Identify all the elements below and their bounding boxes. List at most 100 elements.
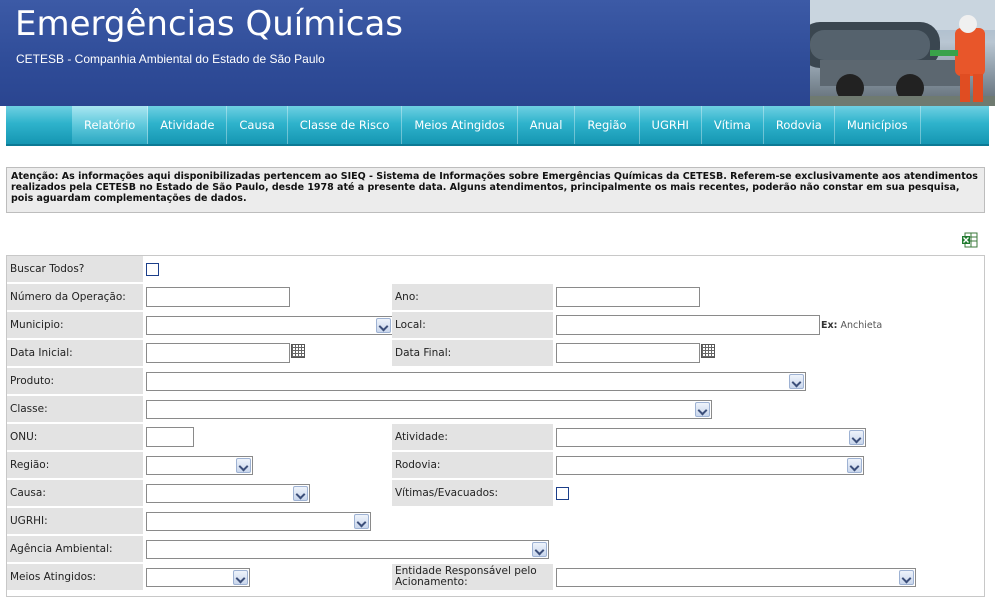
- meios-label: Meios Atingidos:: [7, 564, 143, 590]
- classe-select[interactable]: [146, 400, 712, 419]
- numero-operacao-label: Número da Operação:: [7, 284, 143, 310]
- form-cell: Ex: Anchieta: [553, 312, 984, 338]
- ano-label: Ano:: [392, 284, 553, 310]
- produto-select[interactable]: [146, 372, 806, 391]
- form-cell: [143, 312, 393, 338]
- nav-item-vitima[interactable]: Vítima: [702, 106, 764, 144]
- agencia-select[interactable]: [146, 540, 549, 559]
- data-final-input[interactable]: [556, 343, 700, 363]
- form-cell: [553, 284, 984, 310]
- form-cell: [553, 340, 984, 366]
- chevron-down-icon: [354, 514, 369, 529]
- classe-label: Classe:: [7, 396, 143, 422]
- chevron-down-icon: [849, 430, 864, 445]
- form-row: Data Inicial: Data Final:: [7, 340, 984, 368]
- data-inicial-label: Data Inicial:: [7, 340, 143, 366]
- notice-text: Atenção: As informações aqui disponibili…: [6, 167, 985, 213]
- data-final-label: Data Final:: [392, 340, 553, 366]
- ugrhi-label: UGRHI:: [7, 508, 143, 534]
- form-row: Municipio: Local: Ex: Anchieta: [7, 312, 984, 340]
- form-cell: [143, 452, 392, 478]
- site-header: Emergências Químicas CETESB - Companhia …: [0, 0, 995, 106]
- chevron-down-icon: [233, 570, 248, 585]
- causa-label: Causa:: [7, 480, 143, 506]
- causa-select[interactable]: [146, 484, 310, 503]
- form-cell: [553, 564, 984, 590]
- chevron-down-icon: [847, 458, 862, 473]
- chevron-down-icon: [532, 542, 547, 557]
- nav-item-ugrhi[interactable]: UGRHI: [640, 106, 702, 144]
- form-row: Causa: Vítimas/Evacuados:: [7, 480, 984, 508]
- nav-item-causa[interactable]: Causa: [227, 106, 288, 144]
- chevron-down-icon: [293, 486, 308, 501]
- rodovia-label: Rodovia:: [392, 452, 553, 478]
- search-form: Buscar Todos? Número da Operação: Ano: M…: [6, 255, 985, 597]
- atividade-select[interactable]: [556, 428, 866, 447]
- chevron-down-icon: [236, 458, 251, 473]
- numero-operacao-input[interactable]: [146, 287, 290, 307]
- excel-icon[interactable]: [962, 232, 978, 248]
- calendar-icon[interactable]: [291, 344, 305, 358]
- form-cell: [143, 564, 392, 590]
- form-row: ONU: Atividade:: [7, 424, 984, 452]
- form-row: Região: Rodovia:: [7, 452, 984, 480]
- local-hint-prefix: Ex:: [821, 320, 838, 331]
- vitimas-label: Vítimas/Evacuados:: [392, 480, 553, 506]
- form-cell: [143, 284, 392, 310]
- data-inicial-input[interactable]: [146, 343, 290, 363]
- buscar-todos-checkbox[interactable]: [146, 263, 159, 276]
- form-cell: [143, 340, 392, 366]
- chevron-down-icon: [789, 374, 804, 389]
- vitimas-checkbox[interactable]: [556, 487, 569, 500]
- form-cell: [553, 424, 984, 450]
- nav-item-meios-atingidos[interactable]: Meios Atingidos: [402, 106, 518, 144]
- nav-item-regiao[interactable]: Região: [575, 106, 640, 144]
- onu-input[interactable]: [146, 427, 194, 447]
- nav-item-anual[interactable]: Anual: [518, 106, 576, 144]
- form-cell: [553, 480, 984, 506]
- form-cell: [143, 480, 392, 506]
- form-row: UGRHI:: [7, 508, 984, 536]
- meios-select[interactable]: [146, 568, 250, 587]
- nav-item-relatorio[interactable]: Relatório: [72, 106, 149, 144]
- nav-item-rodovia[interactable]: Rodovia: [764, 106, 835, 144]
- agencia-label: Agência Ambiental:: [7, 536, 143, 562]
- local-hint: Ex: Anchieta: [821, 320, 882, 331]
- atividade-label: Atividade:: [392, 424, 553, 450]
- form-cell: [143, 256, 392, 282]
- ugrhi-select[interactable]: [146, 512, 371, 531]
- form-row: Buscar Todos?: [7, 256, 984, 284]
- form-row: Meios Atingidos: Entidade Responsável pe…: [7, 564, 984, 592]
- produto-label: Produto:: [7, 368, 143, 394]
- form-cell: [143, 424, 392, 450]
- main-nav: Relatório Atividade Causa Classe de Risc…: [6, 106, 989, 146]
- ano-input[interactable]: [556, 287, 700, 307]
- chevron-down-icon: [376, 318, 391, 333]
- buscar-todos-label: Buscar Todos?: [7, 256, 143, 282]
- local-hint-value: Anchieta: [840, 320, 883, 331]
- nav-item-atividade[interactable]: Atividade: [148, 106, 228, 144]
- calendar-icon[interactable]: [701, 344, 715, 358]
- form-row: Classe:: [7, 396, 984, 424]
- regiao-select[interactable]: [146, 456, 253, 475]
- site-subtitle: CETESB - Companhia Ambiental do Estado d…: [16, 52, 325, 66]
- nav-item-municipios[interactable]: Municípios: [835, 106, 921, 144]
- chevron-down-icon: [695, 402, 710, 417]
- header-photo: [810, 0, 995, 106]
- local-label: Local:: [392, 312, 553, 338]
- local-input[interactable]: [556, 315, 820, 335]
- form-cell: [553, 452, 984, 478]
- regiao-label: Região:: [7, 452, 143, 478]
- municipio-select[interactable]: [146, 316, 393, 335]
- entidade-label: Entidade Responsável pelo Acionamento:: [392, 564, 553, 590]
- nav-item-classe-de-risco[interactable]: Classe de Risco: [288, 106, 403, 144]
- rodovia-select[interactable]: [556, 456, 864, 475]
- site-title: Emergências Químicas: [15, 4, 404, 44]
- onu-label: ONU:: [7, 424, 143, 450]
- entidade-select[interactable]: [556, 568, 916, 587]
- form-row: Produto:: [7, 368, 984, 396]
- municipio-label: Municipio:: [7, 312, 143, 338]
- form-row: Número da Operação: Ano:: [7, 284, 984, 312]
- form-row: Agência Ambiental:: [7, 536, 984, 564]
- chevron-down-icon: [899, 570, 914, 585]
